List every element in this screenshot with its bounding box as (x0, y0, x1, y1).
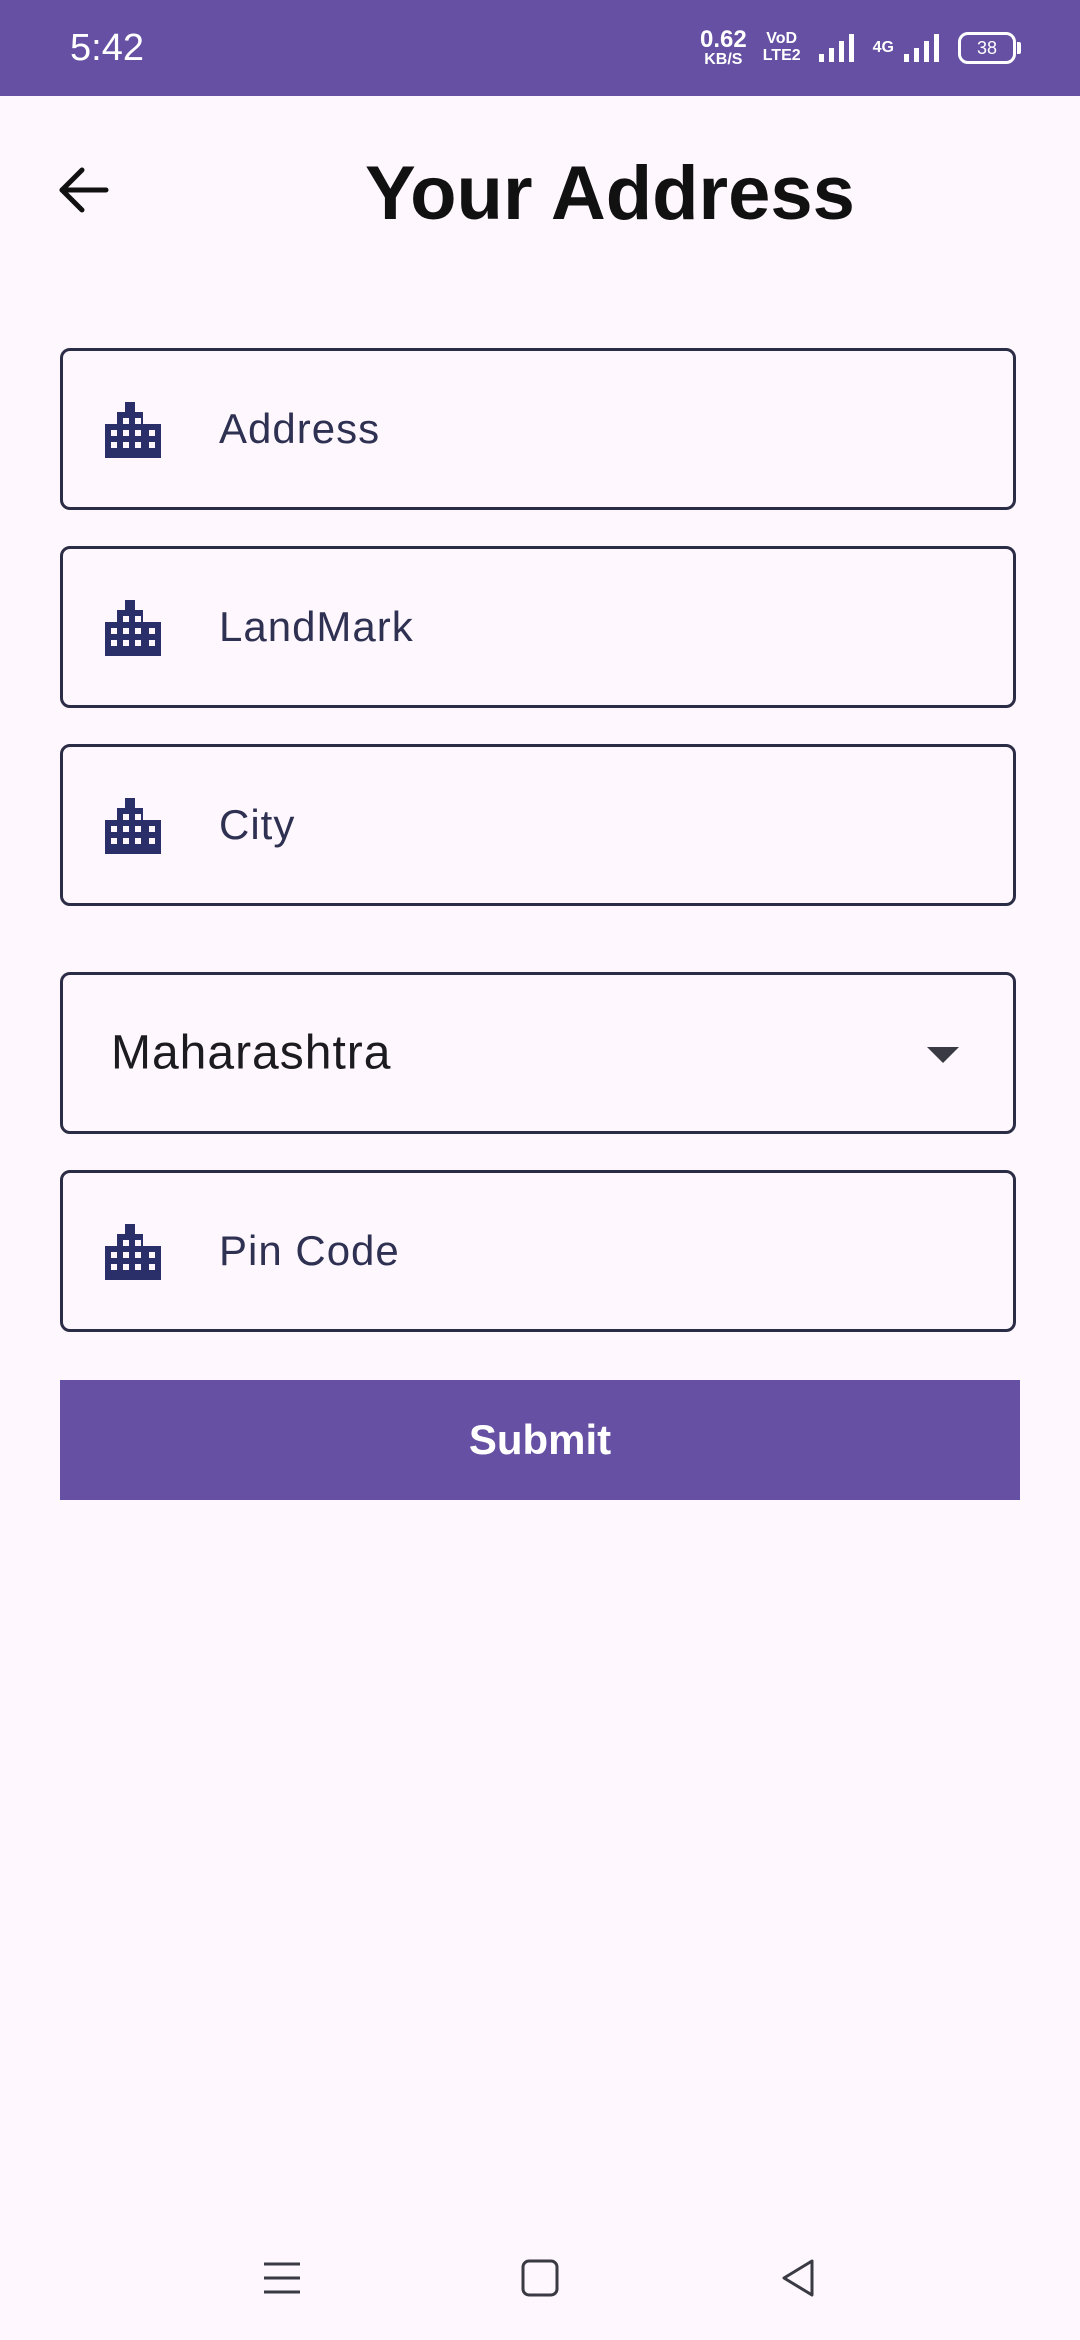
network-speed: 0.62 KB/S (700, 28, 747, 68)
arrow-left-icon (59, 167, 109, 213)
page-title: Your Address (365, 151, 855, 236)
nav-back-button[interactable] (758, 2238, 838, 2318)
state-selected-value: Maharashtra (111, 1026, 392, 1080)
network-type-label: 4G (872, 39, 894, 56)
building-icon (105, 798, 161, 854)
pin-code-placeholder: Pin Code (219, 1227, 400, 1274)
address-placeholder: Address (219, 405, 381, 452)
nav-menu-button[interactable] (242, 2238, 322, 2318)
back-button[interactable] (44, 150, 124, 230)
dropdown-caret-icon[interactable] (927, 1047, 959, 1063)
volte-top-label: VoD (766, 30, 798, 48)
landmark-field[interactable]: LandMark (60, 546, 1016, 708)
volte-icon: VoD LTE2 (762, 30, 801, 65)
network-speed-value: 0.62 (700, 26, 747, 53)
home-square-icon (521, 2259, 559, 2297)
submit-button[interactable]: Submit (60, 1380, 1020, 1500)
city-placeholder: City (219, 801, 296, 848)
signal-strength-icon (818, 34, 854, 62)
menu-icon (264, 2262, 300, 2294)
nav-home-button[interactable] (500, 2238, 580, 2318)
building-icon (105, 402, 161, 458)
pin-code-field[interactable]: Pin Code (60, 1170, 1016, 1332)
signal-strength-icon-2 (904, 34, 939, 62)
battery-level: 38 (976, 37, 998, 58)
battery-icon: 38 (958, 32, 1021, 64)
system-nav-bar (0, 2208, 1080, 2340)
status-bar: 5:42 0.62 KB/S VoD LTE2 4G 38 (0, 0, 1080, 96)
building-icon (105, 600, 161, 656)
building-icon (105, 1224, 161, 1280)
back-triangle-icon (782, 2259, 814, 2297)
landmark-placeholder: LandMark (219, 603, 414, 650)
state-dropdown[interactable]: Maharashtra (60, 972, 1016, 1134)
status-icons: 0.62 KB/S VoD LTE2 4G 38 (700, 24, 1021, 72)
city-field[interactable]: City (60, 744, 1016, 906)
volte-bottom-label: LTE2 (762, 47, 801, 64)
address-field[interactable]: Address (60, 348, 1016, 510)
status-time: 5:42 (70, 27, 144, 69)
network-speed-unit: KB/S (704, 51, 743, 68)
